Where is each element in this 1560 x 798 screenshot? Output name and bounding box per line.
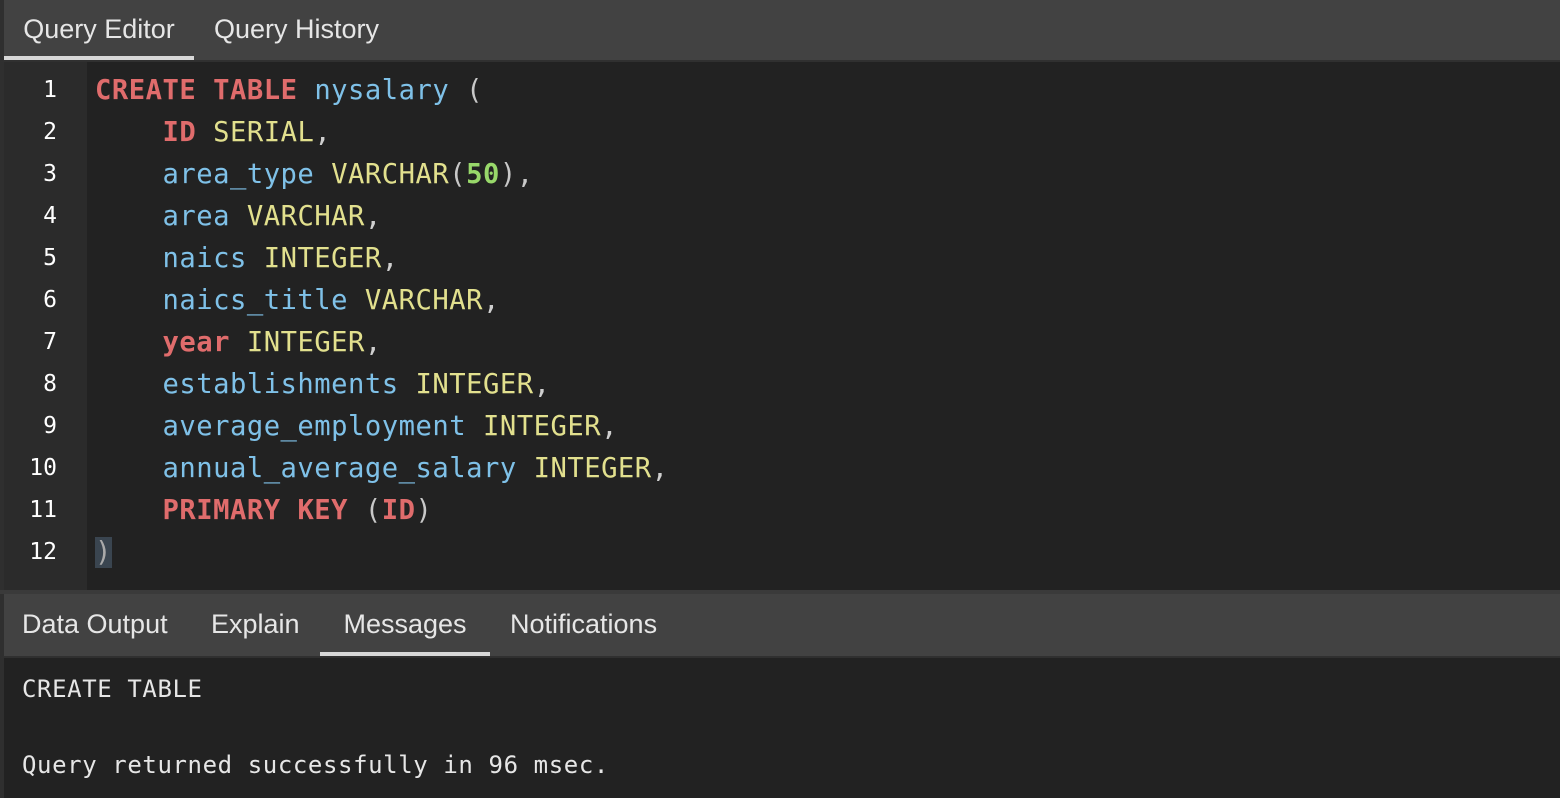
code-token: SERIAL bbox=[213, 117, 315, 148]
line-number: 10 bbox=[29, 455, 57, 481]
code-line[interactable]: naics INTEGER, bbox=[95, 243, 399, 274]
code-token: area_type bbox=[162, 159, 315, 190]
code-token: VARCHAR bbox=[364, 285, 483, 316]
code-line[interactable]: ID SERIAL, bbox=[95, 117, 331, 148]
code-token: 50 bbox=[466, 159, 500, 190]
code-token: , bbox=[364, 201, 382, 232]
code-token: naics bbox=[162, 243, 247, 274]
tab-explain[interactable]: Explain bbox=[193, 594, 318, 656]
line-number: 7 bbox=[43, 329, 57, 355]
code-token: ) bbox=[95, 537, 112, 568]
code-token: INTEGER bbox=[263, 243, 382, 274]
code-token: year bbox=[162, 327, 230, 358]
code-token: average_employment bbox=[162, 411, 467, 442]
line-number-gutter: 1 2 3 4 5 6 7 8 9 10 11 12 bbox=[4, 62, 87, 590]
code-token: INTEGER bbox=[415, 369, 534, 400]
code-token: establishments bbox=[162, 369, 399, 400]
code-token: KEY bbox=[297, 495, 349, 526]
code-line[interactable]: area VARCHAR, bbox=[95, 201, 382, 232]
line-number: 8 bbox=[43, 371, 57, 397]
code-line[interactable]: naics_title VARCHAR, bbox=[95, 285, 500, 316]
code-token: ( bbox=[449, 75, 484, 106]
code-line[interactable]: average_employment INTEGER, bbox=[95, 411, 618, 442]
code-line[interactable]: area_type VARCHAR(50), bbox=[95, 159, 534, 190]
code-line[interactable]: annual_average_salary INTEGER, bbox=[95, 453, 669, 484]
messages-panel: CREATE TABLE Query returned successfully… bbox=[0, 658, 1560, 798]
tab-data-output[interactable]: Data Output bbox=[4, 594, 186, 656]
code-line[interactable]: year INTEGER, bbox=[95, 327, 382, 358]
top-tab-bar: Query Editor Query History bbox=[0, 0, 1560, 62]
line-number: 1 bbox=[43, 77, 57, 103]
code-line[interactable]: ) bbox=[95, 537, 112, 568]
tab-messages[interactable]: Messages bbox=[320, 594, 490, 656]
code-line[interactable]: CREATE TABLE nysalary ( bbox=[95, 75, 483, 106]
line-number: 4 bbox=[43, 203, 57, 229]
code-token: , bbox=[651, 453, 669, 484]
line-number: 6 bbox=[43, 287, 57, 313]
code-token: VARCHAR bbox=[331, 159, 450, 190]
code-token: ), bbox=[499, 159, 534, 190]
code-token: , bbox=[533, 369, 551, 400]
code-token: ( bbox=[348, 495, 382, 526]
code-token: naics_title bbox=[162, 285, 349, 316]
code-token: nysalary bbox=[314, 75, 450, 106]
code-token: PRIMARY bbox=[162, 495, 281, 526]
code-token: TABLE bbox=[213, 75, 298, 106]
line-number: 12 bbox=[29, 539, 57, 565]
code-token: , bbox=[601, 411, 618, 442]
line-number: 2 bbox=[43, 119, 57, 145]
code-token: ( bbox=[449, 159, 467, 190]
message-status: Query returned successfully in 96 msec. bbox=[22, 751, 609, 779]
tab-query-history[interactable]: Query History bbox=[196, 0, 397, 60]
line-number: 5 bbox=[43, 245, 57, 271]
line-number: 9 bbox=[43, 413, 57, 439]
code-token: area bbox=[162, 201, 230, 232]
tab-query-editor[interactable]: Query Editor bbox=[4, 0, 194, 60]
code-token: INTEGER bbox=[483, 411, 602, 442]
code-token: annual_average_salary bbox=[162, 453, 517, 484]
message-command: CREATE TABLE bbox=[22, 675, 203, 703]
line-number: 3 bbox=[43, 161, 57, 187]
results-tab-bar: Data Output Explain Messages Notificatio… bbox=[0, 594, 1560, 658]
code-token: VARCHAR bbox=[246, 201, 365, 232]
code-token: INTEGER bbox=[246, 327, 365, 358]
code-token: ID bbox=[162, 117, 197, 148]
tab-notifications[interactable]: Notifications bbox=[492, 594, 675, 656]
code-token: , bbox=[381, 243, 399, 274]
code-token: , bbox=[364, 327, 382, 358]
code-token: CREATE bbox=[95, 75, 197, 106]
code-line[interactable]: establishments INTEGER, bbox=[95, 369, 550, 400]
code-token: , bbox=[483, 285, 500, 316]
code-token: ) bbox=[415, 495, 433, 526]
line-number: 11 bbox=[29, 497, 57, 523]
code-token: , bbox=[314, 117, 332, 148]
code-token: ID bbox=[381, 495, 416, 526]
code-line[interactable]: PRIMARY KEY (ID) bbox=[95, 495, 432, 526]
sql-editor[interactable]: 1 2 3 4 5 6 7 8 9 10 11 12 CREATE TABLE nysalary ( … bbox=[0, 62, 1560, 590]
code-token: INTEGER bbox=[533, 453, 652, 484]
